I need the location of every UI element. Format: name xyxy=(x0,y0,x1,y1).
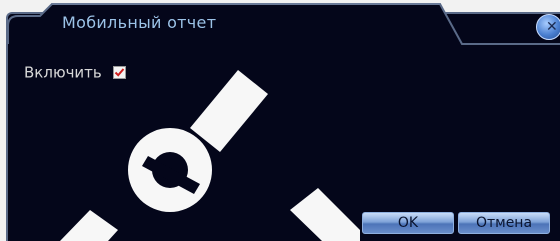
enable-checkbox[interactable] xyxy=(112,66,126,79)
enable-label: Включить xyxy=(24,63,102,82)
cancel-button[interactable]: Отмена xyxy=(458,212,550,234)
close-button[interactable]: ✕ xyxy=(536,14,560,40)
dialog-title: Мобильный отчет xyxy=(62,13,217,32)
checkmark-icon xyxy=(114,68,125,77)
ok-button[interactable]: OK xyxy=(362,212,454,234)
close-icon: ✕ xyxy=(546,19,558,35)
enable-row: Включить xyxy=(24,62,126,82)
mobile-report-dialog: Мобильный отчет ✕ Включить OK Отмена xyxy=(0,0,560,241)
